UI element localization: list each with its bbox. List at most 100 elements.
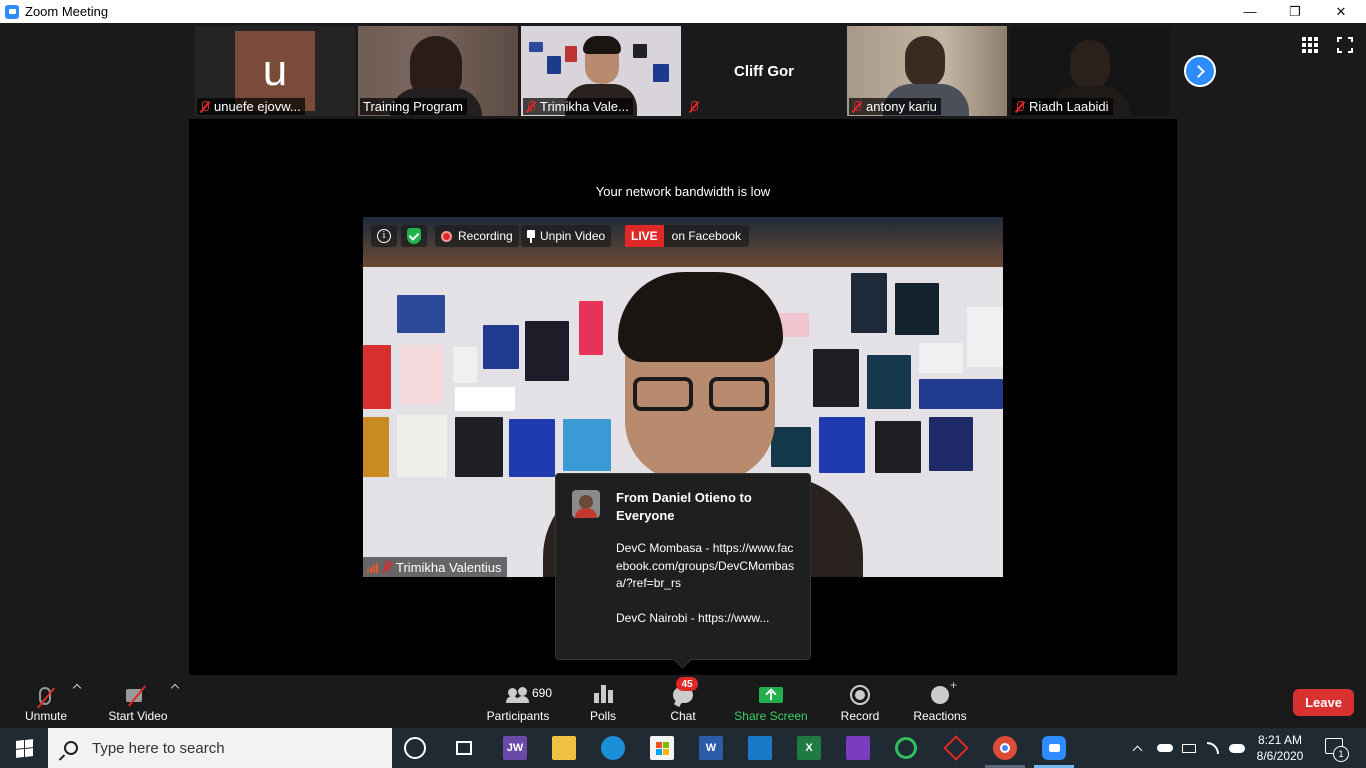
poster	[929, 417, 973, 471]
polls-button[interactable]: Polls	[582, 679, 624, 725]
start-video-button[interactable]: Start Video	[104, 679, 172, 725]
zoom-taskbar-icon[interactable]	[1042, 736, 1066, 760]
windows-taskbar: Type here to search JW W X 8:21 AM 8/6/2…	[0, 728, 1366, 768]
participant-tile[interactable]: u unuefe ejovw...	[195, 26, 355, 116]
next-page-button[interactable]	[1184, 55, 1216, 87]
video-options-chevron-icon[interactable]	[170, 683, 180, 693]
cloud-icon[interactable]	[1229, 728, 1245, 768]
audio-options-chevron-icon[interactable]	[72, 683, 82, 693]
restore-button[interactable]: ❐	[1272, 0, 1318, 23]
poster	[363, 345, 391, 409]
speaker-name-label: Trimikha Valentius	[363, 557, 508, 577]
recording-indicator: Recording	[435, 225, 519, 247]
onedrive-icon[interactable]	[1157, 728, 1173, 768]
muted-mic-icon	[200, 100, 209, 113]
unpin-video-button[interactable]: Unpin Video	[521, 225, 612, 247]
muted-mic-icon	[852, 100, 861, 113]
clock-time: 8:21 AM	[1257, 733, 1303, 747]
poster	[875, 421, 921, 473]
store-icon[interactable]	[650, 736, 674, 760]
participant-name-text: antony kariu	[866, 99, 937, 114]
taskbar-search-box[interactable]: Type here to search	[48, 728, 392, 768]
network-app-icon[interactable]	[943, 735, 969, 761]
start-video-label: Start Video	[108, 709, 168, 723]
participant-name: antony kariu	[849, 98, 941, 115]
participant-tile[interactable]: Cliff Gor	[684, 26, 844, 116]
close-button[interactable]: ✕	[1318, 0, 1364, 23]
chat-sender: From Daniel Otieno to Everyone	[616, 490, 752, 523]
fullscreen-icon[interactable]	[1337, 37, 1353, 53]
taskbar-clock[interactable]: 8:21 AM 8/6/2020	[1250, 732, 1310, 764]
windows-logo-icon	[15, 738, 33, 758]
participants-icon	[506, 687, 530, 703]
show-hidden-icons-chevron-icon[interactable]	[1132, 728, 1143, 768]
wifi-icon[interactable]	[1207, 728, 1219, 768]
minimize-button[interactable]: —	[1227, 0, 1273, 23]
participant-name-text: Trimikha Vale...	[540, 99, 629, 114]
file-explorer-icon[interactable]	[552, 736, 576, 760]
window-title: Zoom Meeting	[25, 4, 109, 19]
sender-avatar	[572, 490, 600, 518]
poster	[397, 295, 445, 333]
speaker-name-text: Trimikha Valentius	[396, 559, 502, 575]
participant-name: unuefe ejovw...	[197, 98, 305, 115]
gallery-view-icon[interactable]	[1302, 37, 1318, 53]
participant-face	[905, 36, 945, 88]
poster	[453, 347, 477, 383]
chat-message: DevC Mombasa - https://www.facebook.com/…	[616, 541, 795, 625]
unmute-button[interactable]: Unmute	[20, 679, 72, 725]
participant-hair	[583, 36, 621, 54]
participant-tile[interactable]: antony kariu	[847, 26, 1007, 116]
participant-tile[interactable]: Trimikha Vale...	[521, 26, 681, 116]
polls-label: Polls	[589, 709, 616, 723]
cortana-icon[interactable]	[404, 737, 426, 759]
edge-icon[interactable]	[601, 736, 625, 760]
word-icon[interactable]: W	[699, 736, 723, 760]
video-off-icon	[126, 687, 150, 703]
record-icon	[850, 685, 870, 705]
task-view-icon[interactable]	[452, 736, 476, 760]
participant-name: Training Program	[360, 98, 467, 115]
shield-icon	[407, 228, 421, 244]
poster	[363, 417, 389, 477]
participant-tile[interactable]: Training Program	[358, 26, 518, 116]
battery-icon[interactable]	[1182, 728, 1196, 768]
reactions-icon	[931, 678, 957, 704]
bandwidth-warning: Your network bandwidth is low	[595, 184, 771, 199]
share-screen-button[interactable]: Share Screen	[734, 679, 808, 725]
excel-icon[interactable]: X	[797, 736, 821, 760]
sync-app-icon[interactable]	[895, 737, 917, 759]
poster	[529, 42, 543, 52]
meeting-info-button[interactable]: i	[371, 225, 397, 247]
leave-button[interactable]: Leave	[1293, 689, 1354, 716]
chrome-icon[interactable]	[993, 736, 1017, 760]
poster	[967, 307, 1003, 367]
participant-tile[interactable]: Riadh Laabidi	[1010, 26, 1170, 116]
live-stream-indicator[interactable]: LIVE on Facebook	[625, 225, 750, 247]
chat-notification-popup[interactable]: From Daniel Otieno to Everyone DevC Momb…	[555, 473, 811, 660]
poster	[401, 345, 443, 405]
poster	[455, 417, 503, 477]
poster	[919, 379, 1003, 409]
poster	[483, 325, 519, 369]
speaker-hair	[618, 272, 783, 362]
jw-app-icon[interactable]: JW	[503, 736, 527, 760]
poster	[397, 415, 447, 477]
live-badge: LIVE	[625, 225, 664, 247]
participant-display-name: Cliff Gor	[734, 62, 794, 80]
muted-microphone-icon	[39, 687, 51, 705]
poster	[851, 273, 887, 333]
poster	[813, 349, 859, 407]
participants-button[interactable]: 690 Participants	[484, 679, 552, 725]
mail-icon[interactable]	[748, 736, 772, 760]
security-button[interactable]	[401, 225, 427, 247]
poster	[525, 321, 569, 381]
chat-button[interactable]: 45 Chat	[662, 677, 704, 725]
poster	[565, 46, 577, 62]
poster	[867, 355, 911, 409]
visual-studio-icon[interactable]	[846, 736, 870, 760]
reactions-button[interactable]: Reactions	[912, 678, 968, 725]
share-screen-icon	[759, 687, 783, 703]
start-button[interactable]	[0, 728, 48, 768]
record-button[interactable]: Record	[838, 679, 882, 725]
